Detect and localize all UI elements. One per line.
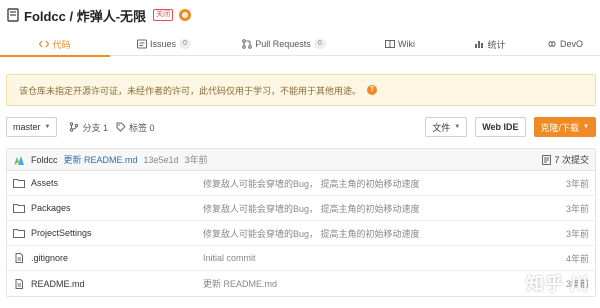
file-icon	[13, 253, 25, 263]
file-commit-message[interactable]: 修复敌人可能会穿墙的Bug， 提高主角的初始移动速度	[203, 202, 566, 215]
file-commit-message[interactable]: Initial commit	[203, 253, 566, 263]
repo-toolbar: master ▼ 分支 1 标签 0 文件 ▼ Web IDE 克隆/下载 ▼	[6, 117, 596, 137]
tab-issues[interactable]: Issues 0	[110, 32, 218, 56]
web-ide-button[interactable]: Web IDE	[475, 117, 526, 137]
license-warning: 该仓库未指定开源许可证，未经作者的许可，此代码仅用于学习，不能用于其他用途。 ?	[6, 74, 596, 106]
issues-icon	[137, 39, 148, 49]
commit-hash[interactable]: 13e5e1d	[144, 155, 179, 165]
file-table: Foldcc 更新 README.md 13e5e1d 3年前 7 次提交 As…	[6, 148, 596, 297]
file-icon	[13, 278, 25, 289]
file-time: 3年前	[565, 203, 589, 214]
watermark: 知乎 川	[526, 274, 590, 294]
pull-request-icon	[242, 39, 253, 49]
avatar	[13, 154, 25, 166]
file-commit-message[interactable]: 修复敌人可能会穿墙的Bug， 提高主角的初始移动速度	[203, 177, 566, 190]
repo-icon	[6, 8, 20, 22]
file-time: 4年前	[565, 253, 589, 264]
branches-link[interactable]: 分支 1	[69, 121, 108, 134]
toolbar-actions: 文件 ▼ Web IDE 克隆/下载 ▼	[425, 117, 596, 137]
table-row[interactable]: README.md 更新 README.md 3年前	[7, 271, 595, 296]
tags-label: 标签 0	[128, 122, 155, 133]
repo-tabs: 代码 Issues 0 Pull Requests 0 Wiki 统计 DevO	[0, 32, 600, 57]
branches-label: 分支 1	[82, 122, 108, 133]
tab-label: Pull Requests	[255, 39, 311, 49]
tags-link[interactable]: 标签 0	[116, 121, 155, 134]
tab-label: Issues	[150, 39, 177, 49]
file-time: 3年前	[565, 228, 589, 239]
tab-code[interactable]: 代码	[0, 32, 110, 57]
commits-label: 7 次提交	[554, 155, 589, 165]
clone-label: 克隆/下载	[540, 122, 580, 133]
tab-pull-requests[interactable]: Pull Requests 0	[218, 32, 350, 56]
file-name[interactable]: .gitignore	[31, 253, 203, 263]
stats-icon	[474, 39, 484, 49]
branch-select[interactable]: master ▼	[6, 117, 58, 137]
pull-requests-count: 0	[313, 39, 326, 49]
tab-label: Wiki	[398, 39, 415, 49]
folder-icon	[13, 203, 25, 213]
file-button-label: 文件	[432, 122, 451, 133]
repo-header: Foldcc / 炸弹人-无限 关闭	[6, 4, 192, 26]
devops-icon	[547, 39, 557, 49]
web-ide-label: Web IDE	[482, 122, 519, 132]
file-time: 3年前	[565, 178, 589, 189]
branch-icon	[70, 122, 79, 132]
chevron-down-icon: ▼	[44, 124, 51, 130]
file-commit-message[interactable]: 更新 README.md	[203, 277, 566, 290]
tab-wiki[interactable]: Wiki	[350, 32, 450, 56]
medal-icon	[179, 9, 192, 21]
latest-commit-row: Foldcc 更新 README.md 13e5e1d 3年前 7 次提交	[7, 149, 595, 171]
table-row[interactable]: .gitignore Initial commit 4年前	[7, 246, 595, 271]
chevron-down-icon: ▼	[454, 124, 461, 130]
help-icon[interactable]: ?	[367, 85, 378, 95]
tab-stats[interactable]: 统计	[450, 32, 530, 56]
file-name[interactable]: ProjectSettings	[31, 228, 203, 238]
repo-title[interactable]: Foldcc / 炸弹人-无限	[24, 6, 146, 25]
file-name[interactable]: Packages	[31, 203, 203, 213]
history-icon	[542, 154, 552, 165]
clone-download-button[interactable]: 克隆/下载 ▼	[533, 117, 596, 137]
commit-time: 3年前	[184, 155, 208, 165]
code-icon	[39, 39, 50, 49]
commit-author[interactable]: Foldcc	[31, 155, 58, 165]
file-menu-button[interactable]: 文件 ▼	[425, 117, 468, 137]
file-name[interactable]: README.md	[31, 279, 203, 289]
issues-count: 0	[179, 39, 191, 49]
folder-icon	[13, 178, 25, 188]
wiki-icon	[385, 39, 395, 49]
tab-label: 代码	[52, 39, 71, 50]
tab-label: 统计	[487, 39, 506, 50]
file-commit-message[interactable]: 修复敌人可能会穿墙的Bug， 提高主角的初始移动速度	[203, 227, 566, 240]
commits-count-link[interactable]: 7 次提交	[542, 153, 589, 166]
tab-label: DevO	[559, 39, 583, 49]
chevron-down-icon: ▼	[583, 124, 589, 130]
warning-text: 该仓库未指定开源许可证，未经作者的许可，此代码仅用于学习，不能用于其他用途。	[19, 85, 362, 96]
branch-name: master	[13, 122, 41, 132]
status-badge: 关闭	[153, 9, 174, 21]
commit-message[interactable]: 更新 README.md	[64, 153, 138, 166]
tag-icon	[116, 122, 126, 132]
file-name[interactable]: Assets	[31, 178, 203, 188]
table-row[interactable]: Packages 修复敌人可能会穿墙的Bug， 提高主角的初始移动速度 3年前	[7, 196, 595, 221]
table-row[interactable]: ProjectSettings 修复敌人可能会穿墙的Bug， 提高主角的初始移动…	[7, 221, 595, 246]
tab-devops[interactable]: DevO	[530, 32, 600, 56]
table-row[interactable]: Assets 修复敌人可能会穿墙的Bug， 提高主角的初始移动速度 3年前	[7, 171, 595, 196]
folder-icon	[13, 228, 25, 238]
